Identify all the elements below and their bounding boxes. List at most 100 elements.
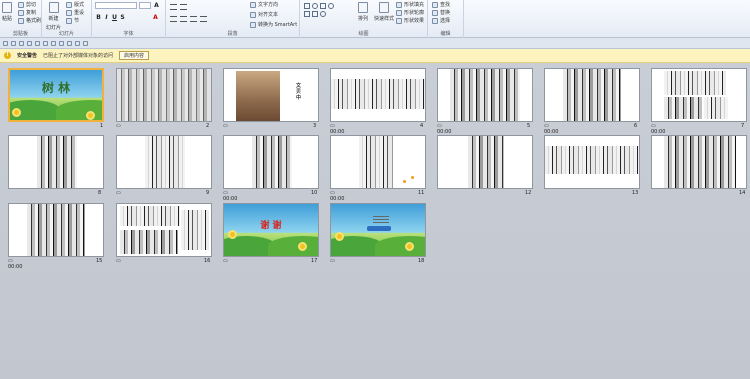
customize-icon[interactable] (83, 40, 88, 46)
slide-timing: ▭ 00:00 (544, 123, 559, 135)
reset-button[interactable]: 重设 (66, 9, 84, 16)
align-right-button[interactable] (190, 16, 197, 22)
open-icon[interactable] (35, 40, 40, 46)
text-lines (373, 216, 389, 224)
new-icon[interactable] (43, 40, 48, 46)
cut-button[interactable]: 剪切 (18, 1, 36, 8)
scissors-icon (18, 1, 24, 8)
italic-button[interactable]: I (103, 14, 110, 21)
shape-effects-button[interactable]: 形状效果 (396, 17, 424, 24)
smartart-button[interactable]: 转换为 SmartArt (250, 21, 297, 28)
undo-icon[interactable] (11, 40, 16, 46)
select-button[interactable]: 选择 (432, 17, 450, 24)
arrange-button[interactable]: 排列 (358, 2, 368, 22)
cursor-icon (432, 17, 438, 24)
grow-font-button[interactable]: A (153, 2, 160, 9)
slide-sorter: 树 林 1 ▭ 2 文贝中 ▭ 3 ▭ 00:00 4 ▭ 00:00 5 ▭ … (0, 63, 750, 379)
slide-timing-icon: ▭ (223, 123, 228, 129)
align-left-button[interactable] (170, 16, 177, 22)
birch-image (664, 136, 736, 188)
hill-shape (268, 236, 318, 256)
slides-group: 新建 幻灯片 版式 重设 节 幻灯片 (42, 0, 92, 38)
smartart-icon (250, 21, 256, 28)
replace-icon (432, 9, 438, 16)
birch-image (120, 230, 178, 254)
oval-shape-icon[interactable] (312, 3, 318, 9)
birch-image (704, 97, 728, 119)
flower-icon (335, 232, 344, 241)
hill-shape (56, 100, 102, 120)
layout-icon (66, 1, 72, 8)
reset-icon (66, 9, 72, 16)
save-icon[interactable] (3, 40, 8, 46)
shape-fill-button[interactable]: 形状填充 (396, 1, 424, 8)
shape-outline-button[interactable]: 形状轮廓 (396, 9, 424, 16)
security-message: 已阻止了对外部媒体对象的访问 (43, 53, 114, 59)
paste-button[interactable]: 粘贴 (2, 2, 12, 22)
slide-preview (437, 68, 533, 122)
enable-content-button[interactable]: 启用内容 (119, 51, 150, 60)
font-color-button[interactable]: A (152, 14, 159, 21)
birch-image (27, 204, 85, 256)
star-shape-icon[interactable] (312, 11, 318, 17)
section-icon (66, 17, 72, 24)
copy-button[interactable]: 复制 (18, 9, 36, 16)
slide-preview (223, 135, 319, 189)
flower-icon (12, 108, 21, 117)
rectangle-shape-icon[interactable] (304, 3, 310, 9)
paste-icon (2, 2, 12, 13)
slide-timing-icon: ▭ (223, 258, 228, 264)
slide-timing-icon: ▭ (330, 258, 335, 264)
clipboard-label: 剪贴板 (12, 31, 28, 37)
new-slide-button[interactable]: 新建 幻灯片 (46, 2, 61, 31)
table-icon[interactable] (67, 40, 72, 46)
align-center-button[interactable] (180, 16, 187, 22)
font-label: 字体 (123, 31, 134, 37)
slide-timing: ▭ 00:00 (651, 123, 666, 135)
paragraph-group: 文字方向 对齐文本 转换为 SmartArt 段落 (166, 0, 300, 38)
line-shape-icon[interactable] (320, 3, 326, 9)
underline-button[interactable]: U (111, 14, 118, 21)
layout-button[interactable]: 版式 (66, 1, 84, 8)
replace-button[interactable]: 替换 (432, 9, 450, 16)
preview-icon[interactable] (51, 40, 56, 46)
brush-icon (18, 17, 24, 24)
chart-icon[interactable] (75, 40, 80, 46)
arrow-shape-icon[interactable] (328, 3, 334, 9)
effects-icon (396, 17, 402, 24)
strike-button[interactable]: S (119, 14, 126, 21)
slide-preview: 树 林 (8, 68, 104, 122)
font-size-combo[interactable] (139, 2, 151, 9)
spell-check-icon[interactable] (59, 40, 64, 46)
slide-vertical-text: 文贝中 (296, 83, 302, 101)
birch-image (359, 136, 393, 188)
quick-styles-button[interactable]: 快速样式 (374, 2, 394, 22)
bold-button[interactable]: B (95, 14, 102, 21)
slide-timing: ▭ 00:00 (330, 123, 345, 135)
justify-button[interactable] (200, 16, 207, 22)
slide-preview: 谢 谢 (223, 203, 319, 257)
text-direction-button[interactable]: 文字方向 (250, 1, 278, 8)
slide-preview (544, 135, 640, 189)
editing-group: 查找 替换 选择 编辑 (428, 0, 464, 38)
print-icon[interactable] (27, 40, 32, 46)
birch-image (181, 210, 209, 250)
format-painter-button[interactable]: 格式刷 (18, 17, 41, 24)
align-text-button[interactable]: 对齐文本 (250, 11, 278, 18)
birch-image (563, 69, 621, 121)
section-button[interactable]: 节 (66, 17, 79, 24)
bullets-button[interactable] (170, 4, 177, 10)
redo-icon[interactable] (19, 40, 24, 46)
align-text-icon (250, 11, 256, 18)
button-shape (367, 226, 391, 231)
slide-preview (330, 135, 426, 189)
pen-icon (396, 9, 402, 16)
callout-shape-icon[interactable] (320, 11, 326, 17)
find-button[interactable]: 查找 (432, 1, 450, 8)
slide-preview (8, 203, 104, 257)
font-name-combo[interactable] (95, 2, 137, 9)
numbering-button[interactable] (180, 4, 187, 10)
birch-image (117, 69, 211, 121)
triangle-shape-icon[interactable] (304, 11, 310, 17)
birch-image (545, 146, 639, 174)
